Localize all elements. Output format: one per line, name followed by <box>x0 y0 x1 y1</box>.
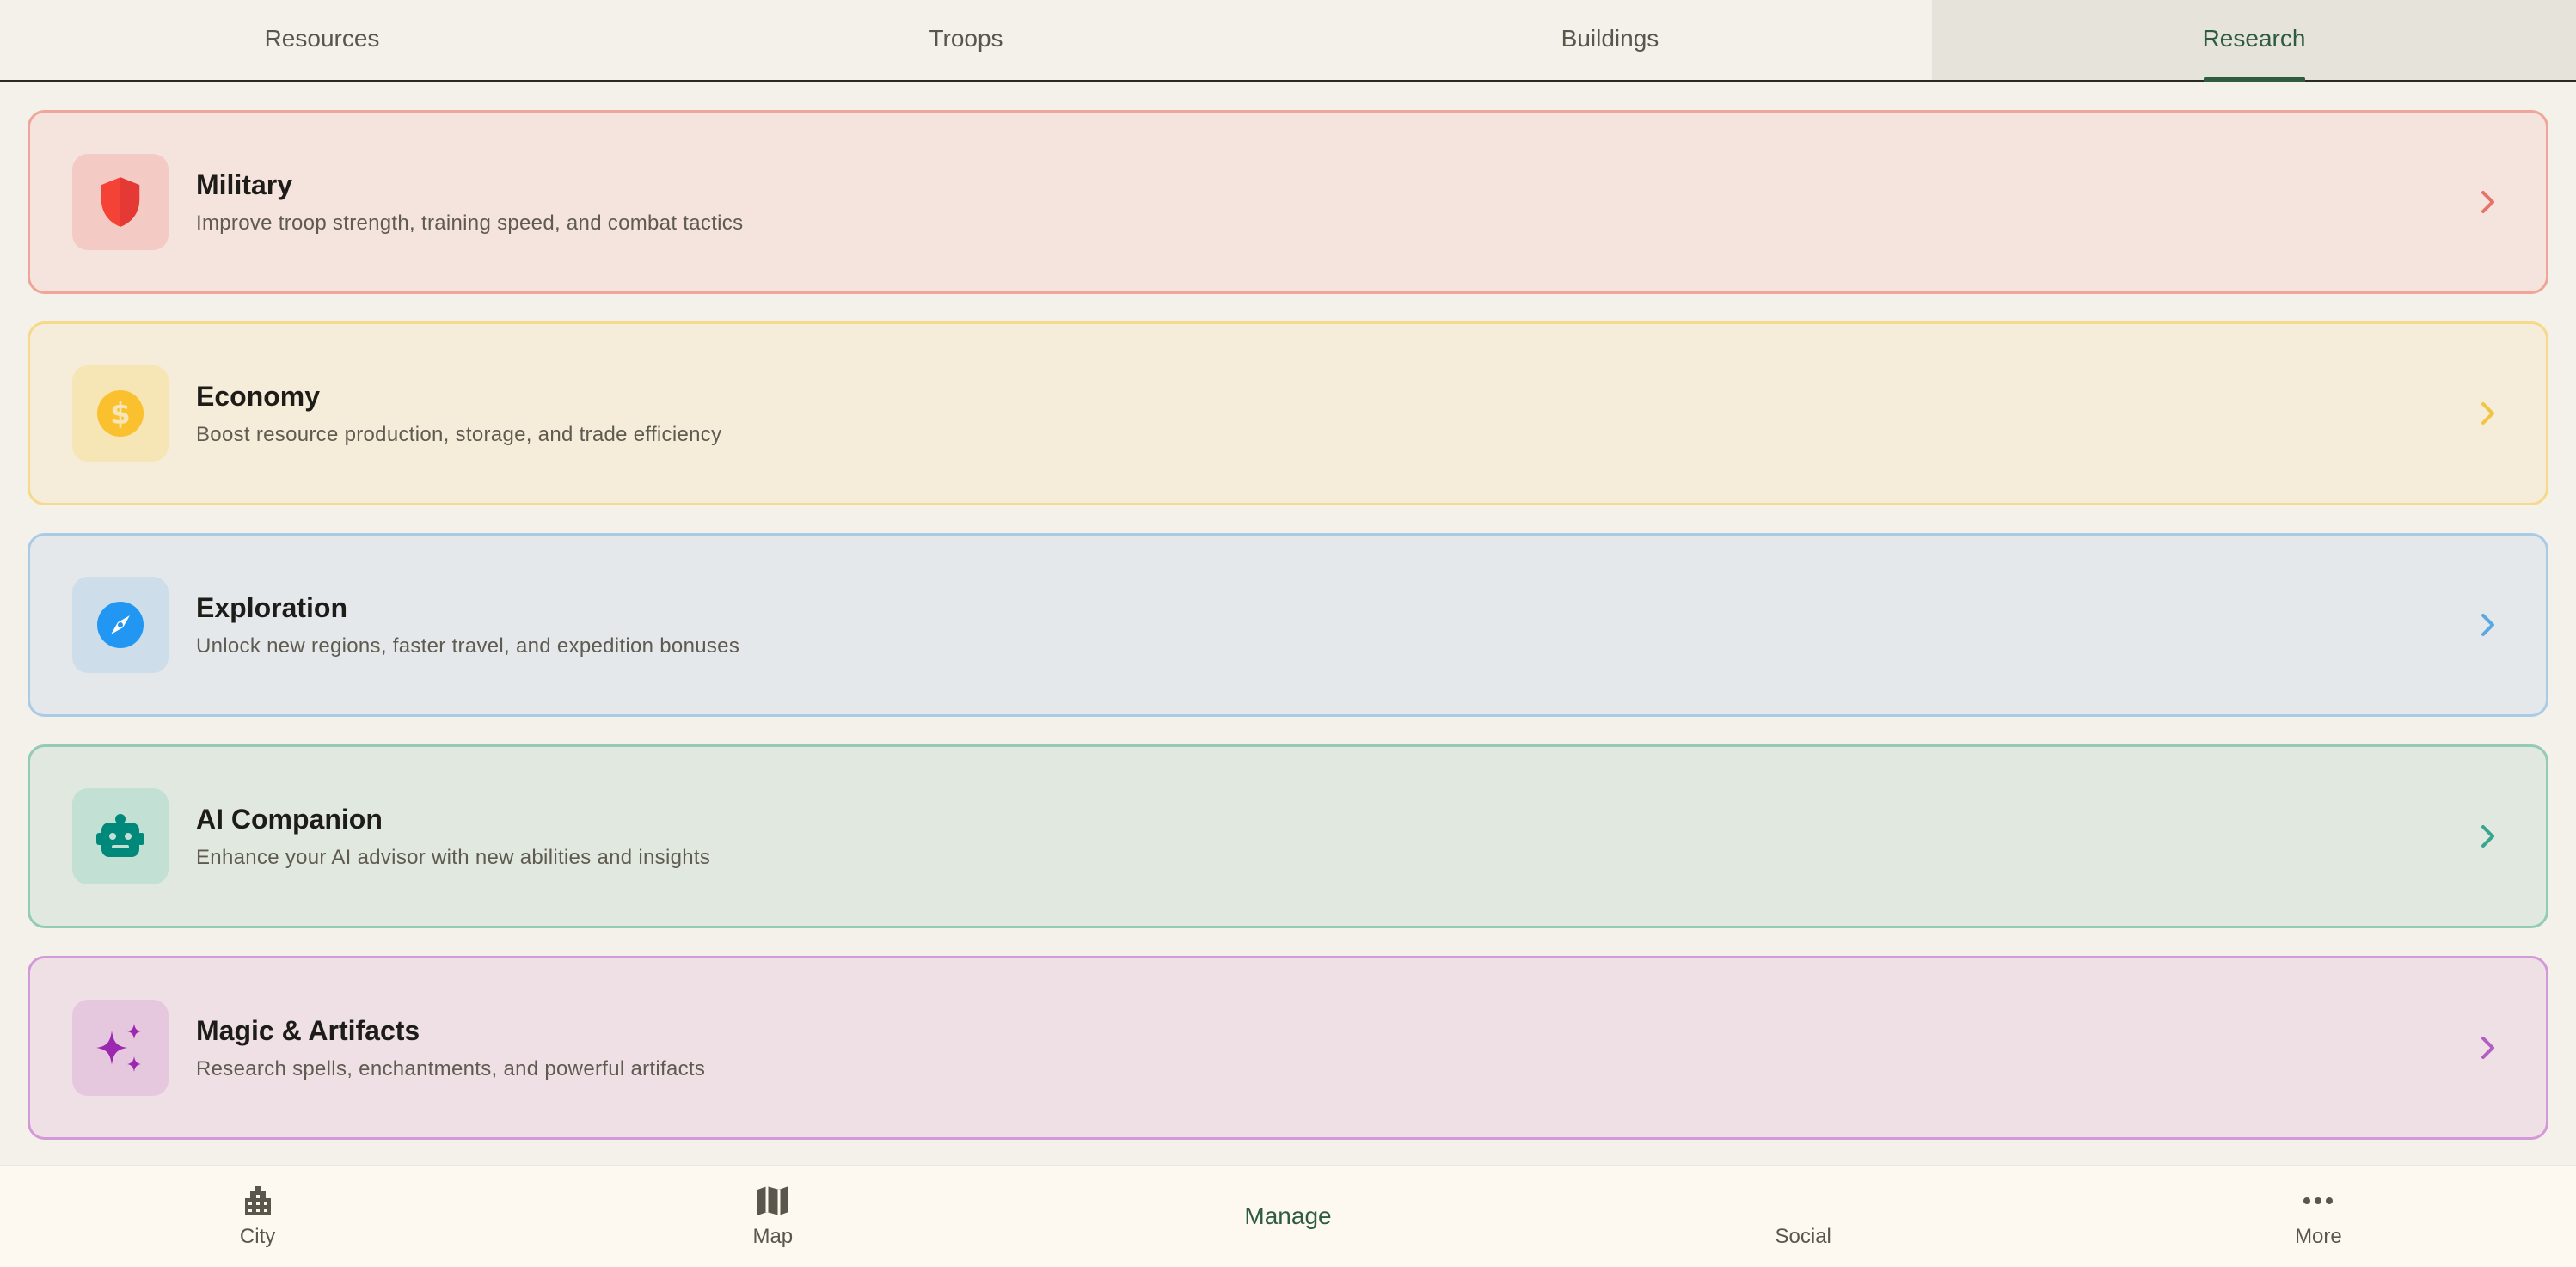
chevron-right-icon <box>2481 825 2494 848</box>
tab-label: Research <box>2202 24 2306 52</box>
research-card-magic-artifacts[interactable]: Magic & Artifacts Research spells, encha… <box>28 956 2548 1140</box>
card-title: Military <box>196 168 293 200</box>
map-icon <box>757 1186 788 1215</box>
chevron-right-icon <box>2481 402 2494 425</box>
tab-troops[interactable]: Troops <box>644 0 1288 80</box>
top-tab-bar: Resources Troops Buildings Research <box>0 0 2576 82</box>
nav-label: Social <box>1775 1225 1831 1248</box>
ai-companion-icon-box <box>72 788 169 884</box>
nav-city[interactable]: City <box>0 1166 515 1267</box>
dollar-coin-icon: $ <box>97 390 144 437</box>
compass-icon <box>97 602 144 648</box>
research-category-list: Military Improve troop strength, trainin… <box>28 110 2548 1167</box>
military-icon-box <box>72 154 169 250</box>
research-card-economy[interactable]: $ Economy Boost resource production, sto… <box>28 321 2548 505</box>
exploration-icon-box <box>72 577 169 673</box>
tab-label: Troops <box>929 24 1003 52</box>
chevron-right-icon <box>2481 1037 2494 1059</box>
chevron-right-icon <box>2481 614 2494 636</box>
nav-label: City <box>239 1225 276 1248</box>
city-icon <box>244 1186 271 1215</box>
nav-more[interactable]: More <box>2061 1166 2576 1267</box>
card-title: Exploration <box>196 591 348 623</box>
card-description: Unlock new regions, faster travel, and e… <box>196 634 740 658</box>
sparkles-icon <box>96 1024 141 1072</box>
economy-icon-box: $ <box>72 365 169 462</box>
card-title: AI Companion <box>196 803 383 835</box>
card-description: Improve troop strength, training speed, … <box>196 211 744 235</box>
more-dots-icon <box>2303 1197 2334 1204</box>
research-card-ai-companion[interactable]: AI Companion Enhance your AI advisor wit… <box>28 744 2548 928</box>
card-description: Enhance your AI advisor with new abiliti… <box>196 845 711 869</box>
nav-map[interactable]: Map <box>515 1166 1030 1267</box>
tab-research[interactable]: Research <box>1932 0 2576 80</box>
svg-text:$: $ <box>110 397 131 432</box>
card-title: Magic & Artifacts <box>196 1014 420 1046</box>
tab-resources[interactable]: Resources <box>0 0 644 80</box>
shield-icon <box>101 177 140 227</box>
nav-label: Manage <box>1244 1203 1332 1229</box>
robot-icon <box>96 814 144 857</box>
chevron-right-icon <box>2481 191 2494 213</box>
card-description: Boost resource production, storage, and … <box>196 422 722 446</box>
research-card-military[interactable]: Military Improve troop strength, trainin… <box>28 110 2548 294</box>
research-card-exploration[interactable]: Exploration Unlock new regions, faster t… <box>28 533 2548 717</box>
magic-icon-box <box>72 1000 169 1096</box>
tab-buildings[interactable]: Buildings <box>1288 0 1932 80</box>
bottom-navigation: City Map Manage Social More <box>0 1165 2576 1267</box>
card-description: Research spells, enchantments, and power… <box>196 1056 706 1080</box>
nav-label: More <box>2295 1225 2342 1248</box>
nav-social[interactable]: Social <box>1546 1166 2061 1267</box>
nav-label: Map <box>752 1225 794 1248</box>
card-title: Economy <box>196 380 321 412</box>
tab-label: Resources <box>264 24 380 52</box>
tab-label: Buildings <box>1561 24 1659 52</box>
nav-manage[interactable]: Manage <box>1030 1166 1545 1267</box>
